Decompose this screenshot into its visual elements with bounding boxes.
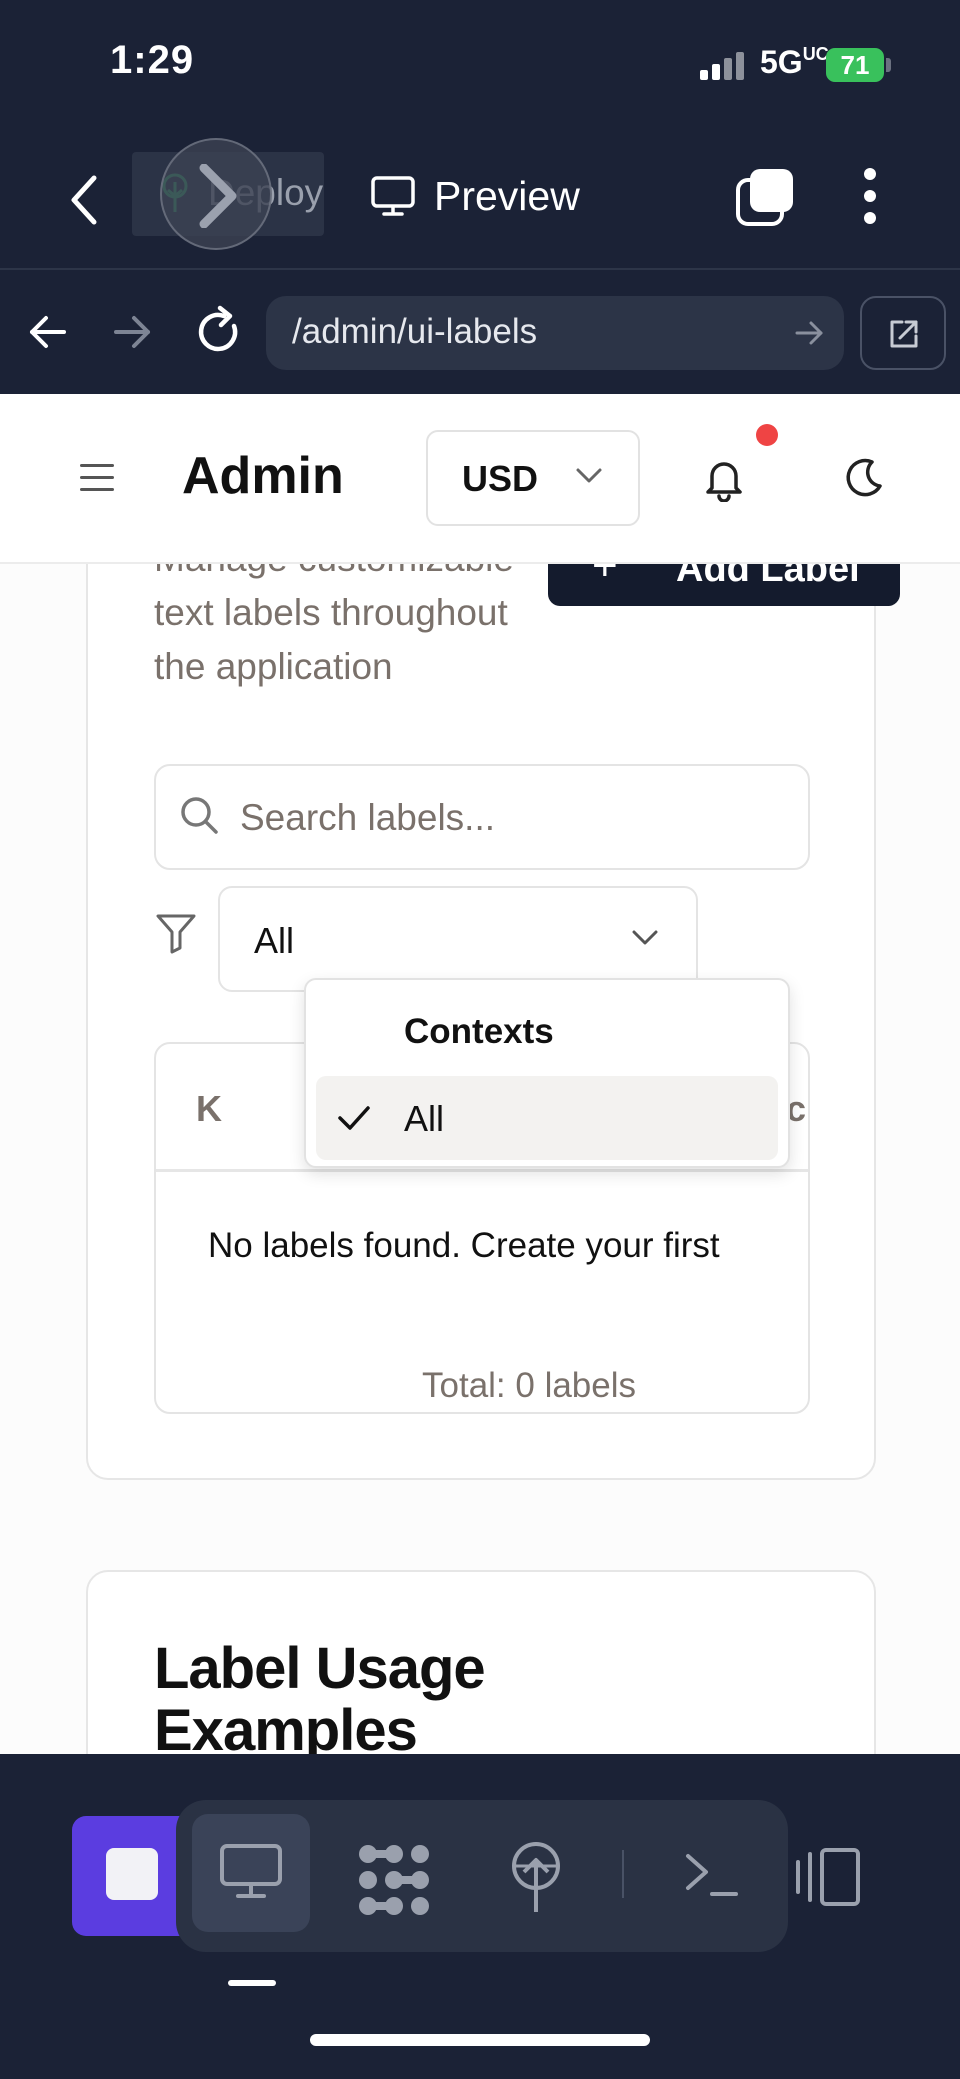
- preview-label: Preview: [434, 172, 580, 219]
- preview-button[interactable]: Preview: [370, 166, 580, 226]
- active-tab-indicator: [228, 1980, 276, 1986]
- moon-icon[interactable]: [842, 456, 886, 500]
- brand-title: Admin: [182, 447, 344, 505]
- dropdown-option-label: All: [404, 1098, 445, 1139]
- stop-icon: [106, 1848, 158, 1900]
- column-header-key: K: [196, 1088, 222, 1129]
- external-link-icon: [890, 320, 918, 348]
- deploy-tree-icon[interactable]: [506, 1840, 566, 1916]
- swipe-forward-overlay[interactable]: [160, 138, 272, 250]
- menu-icon[interactable]: [80, 464, 114, 492]
- terminal-icon[interactable]: [682, 1850, 742, 1902]
- search-icon: [181, 797, 218, 834]
- battery-level: 71: [840, 49, 870, 80]
- more-vertical-icon[interactable]: [860, 166, 880, 226]
- monitor-icon: [371, 176, 415, 216]
- back-chevron-icon[interactable]: [62, 172, 108, 228]
- browser-url-row: /admin/ui-labels: [0, 272, 960, 394]
- panel-layout-icon[interactable]: [794, 1846, 864, 1908]
- chevron-right-icon: [199, 164, 237, 228]
- status-bar: 1:29 5GUC 71: [0, 0, 960, 130]
- reload-icon[interactable]: [194, 304, 244, 360]
- desktop-view-button[interactable]: [192, 1814, 310, 1932]
- url-go-arrow-icon[interactable]: [794, 318, 824, 348]
- currency-select[interactable]: USD: [426, 430, 640, 526]
- open-external-button[interactable]: [860, 296, 946, 370]
- battery-tip: [886, 58, 891, 72]
- notification-dot: [756, 424, 778, 446]
- total-count: Total: 0 labels: [422, 1366, 637, 1405]
- nav-back-arrow-icon[interactable]: [28, 310, 68, 354]
- nav-forward-arrow-icon[interactable]: [112, 310, 152, 354]
- empty-state-message: No labels found. Create your first: [208, 1226, 720, 1265]
- home-indicator[interactable]: [310, 2034, 650, 2046]
- usage-card-title: Label Usage Examples: [154, 1636, 486, 1755]
- network-type: 5GUC: [760, 44, 829, 80]
- context-filter-value: All: [254, 920, 295, 961]
- filter-icon: [156, 914, 196, 954]
- dock-toolbar: [176, 1800, 788, 1952]
- chevron-down-icon: [576, 468, 602, 483]
- agents-grid-icon[interactable]: [356, 1842, 432, 1918]
- chevron-down-icon: [632, 930, 658, 945]
- app-toolbar: Deploy Preview: [0, 130, 960, 270]
- search-input[interactable]: [240, 796, 780, 840]
- dock-separator: [622, 1850, 624, 1898]
- bell-icon[interactable]: [704, 456, 744, 502]
- context-dropdown-menu: Contexts All: [304, 978, 790, 1168]
- dropdown-option-all[interactable]: All: [316, 1076, 778, 1160]
- battery-icon: 71: [826, 48, 884, 82]
- status-time: 1:29: [110, 38, 195, 82]
- context-filter-select[interactable]: All: [218, 886, 698, 992]
- currency-value: USD: [462, 458, 539, 499]
- search-box: [154, 764, 810, 870]
- dropdown-group-title: Contexts: [404, 1012, 554, 1051]
- label-usage-card: Label Usage Examples: [86, 1570, 876, 1754]
- url-text: /admin/ui-labels: [292, 312, 538, 351]
- web-page: Admin USD Manage customizable text label…: [0, 394, 960, 1754]
- tabs-icon[interactable]: [734, 166, 796, 228]
- monitor-icon: [220, 1844, 282, 1898]
- signal-icon: [700, 50, 750, 80]
- url-field[interactable]: /admin/ui-labels: [266, 296, 844, 370]
- check-icon: [338, 1106, 370, 1130]
- site-header: Admin USD: [0, 394, 960, 564]
- bottom-dock: [0, 1754, 960, 2079]
